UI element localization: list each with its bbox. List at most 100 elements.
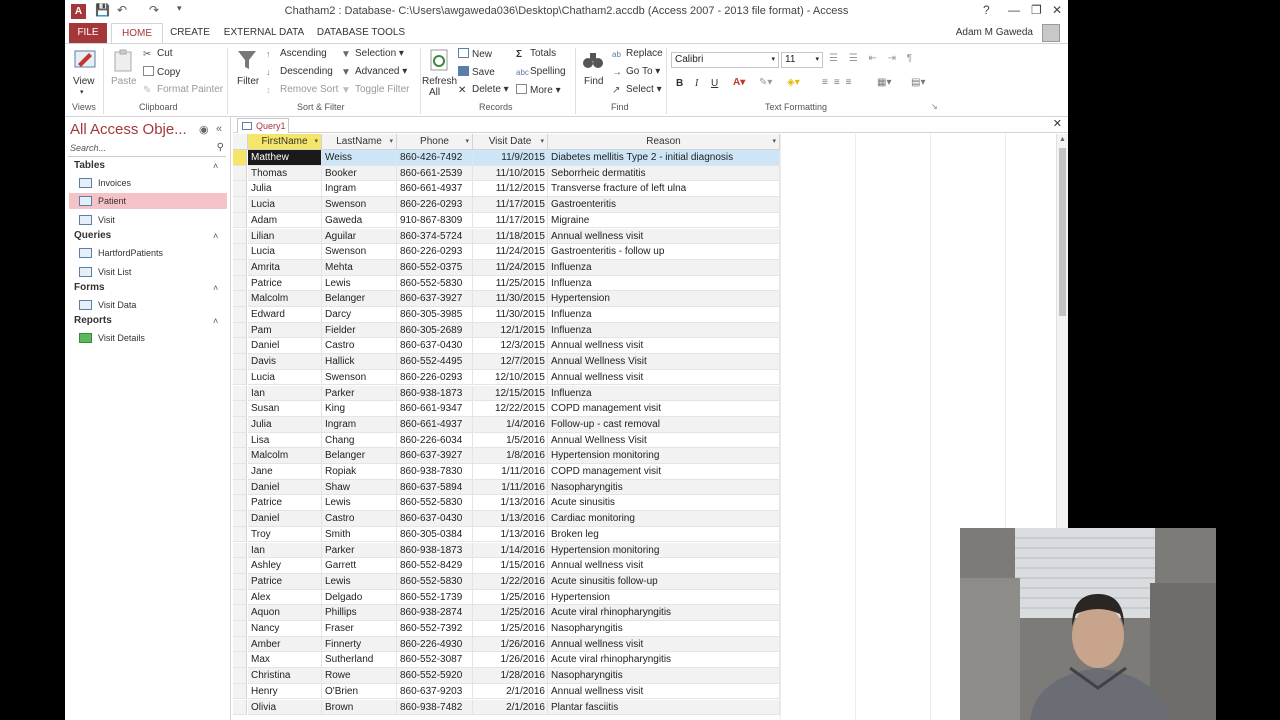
table-cell[interactable]: Olivia (248, 699, 322, 716)
row-selector[interactable] (233, 668, 247, 684)
table-row[interactable]: Lilian Aguilar 860-374-5724 11/18/2015 Annua… (233, 228, 780, 245)
table-row[interactable]: Thomas Booker 860-661-2539 11/10/2015 Seborr… (233, 165, 780, 182)
table-row[interactable]: Jane Ropiak 860-938-7830 1/11/2016 COPD mana… (233, 464, 780, 480)
column-header-firstname[interactable]: FirstName ▾ (248, 134, 322, 150)
table-cell[interactable]: 1/13/2016 (473, 526, 548, 543)
table-cell[interactable]: Susan (248, 401, 322, 417)
table-cell[interactable]: 11/24/2015 (473, 259, 548, 276)
row-selector[interactable] (233, 322, 247, 339)
table-cell[interactable]: Mehta (322, 259, 397, 276)
table-cell[interactable]: 12/10/2015 (473, 369, 548, 386)
table-cell[interactable]: Belanger (322, 448, 397, 464)
table-row[interactable]: Ian Parker 860-938-1873 1/14/2016 Hypertensi… (233, 542, 780, 559)
table-cell[interactable]: Parker (322, 542, 397, 559)
table-cell[interactable]: 860-552-1739 (397, 589, 473, 606)
table-cell[interactable]: Annual wellness visit (548, 369, 780, 386)
table-cell[interactable]: Matthew (248, 150, 322, 166)
table-cell[interactable]: Nancy (248, 621, 322, 637)
collapse-icon[interactable]: ˄ (213, 283, 218, 293)
row-selector[interactable] (233, 385, 247, 402)
table-cell[interactable]: 1/22/2016 (473, 573, 548, 590)
replace-button[interactable]: ab Replace (612, 48, 663, 60)
table-row[interactable]: Alex Delgado 860-552-1739 1/25/2016 Hyperten… (233, 589, 780, 606)
table-cell[interactable]: 2/1/2016 (473, 699, 548, 716)
new-record-button[interactable]: New (458, 48, 492, 60)
table-cell[interactable]: Gastroenteritis (548, 197, 780, 213)
minimize-icon[interactable]: — (1008, 3, 1020, 17)
find-button[interactable]: Find (584, 76, 603, 87)
row-selector[interactable] (233, 150, 247, 166)
table-row[interactable]: Malcolm Belanger 860-637-3927 11/30/2015 Hyp… (233, 291, 780, 307)
table-cell[interactable]: Aquon (248, 605, 322, 621)
table-cell[interactable]: Garrett (322, 558, 397, 574)
row-selector[interactable] (233, 464, 247, 480)
table-cell[interactable]: COPD management visit (548, 464, 780, 480)
table-cell[interactable]: Patrice (248, 495, 322, 512)
table-cell[interactable]: Christina (248, 668, 322, 684)
table-cell[interactable]: 860-938-7830 (397, 464, 473, 480)
table-cell[interactable]: 11/9/2015 (473, 150, 548, 166)
row-selector[interactable] (233, 275, 247, 292)
close-icon[interactable]: ✕ (1052, 3, 1062, 17)
table-cell[interactable]: 1/28/2016 (473, 668, 548, 684)
table-cell[interactable]: Swenson (322, 197, 397, 213)
row-selector[interactable] (233, 228, 247, 245)
table-cell[interactable]: Delgado (322, 589, 397, 606)
table-cell[interactable]: 860-226-0293 (397, 369, 473, 386)
row-selector[interactable] (233, 526, 247, 543)
table-cell[interactable]: Malcolm (248, 291, 322, 307)
table-cell[interactable]: Nasopharyngitis (548, 479, 780, 496)
nav-item-visit[interactable]: Visit (69, 212, 227, 228)
descending-button[interactable]: ↓ Descending (266, 66, 333, 77)
table-cell[interactable]: Acute sinusitis (548, 495, 780, 512)
row-selector[interactable] (233, 369, 247, 386)
row-selector[interactable] (233, 573, 247, 590)
nav-item-invoices[interactable]: Invoices (69, 175, 227, 191)
refresh-all-label[interactable]: All (429, 87, 440, 98)
table-row[interactable]: Lisa Chang 860-226-6034 1/5/2016 Annual Well… (233, 432, 780, 449)
collapse-icon[interactable]: ˄ (213, 161, 218, 171)
table-cell[interactable]: Davis (248, 354, 322, 370)
more-button[interactable]: More ▾ (516, 84, 561, 96)
table-cell[interactable]: 910-867-8309 (397, 212, 473, 229)
table-cell[interactable]: Nasopharyngitis (548, 668, 780, 684)
table-cell[interactable]: Pam (248, 322, 322, 339)
table-row[interactable]: Amrita Mehta 860-552-0375 11/24/2015 Influen… (233, 259, 780, 276)
spelling-button[interactable]: abcSpelling (516, 66, 566, 78)
table-row[interactable]: Olivia Brown 860-938-7482 2/1/2016 Plantar f… (233, 699, 780, 716)
table-cell[interactable]: Lewis (322, 275, 397, 292)
tab-create[interactable]: CREATE (167, 23, 213, 43)
row-selector[interactable] (233, 197, 247, 213)
table-row[interactable]: Christina Rowe 860-552-5920 1/28/2016 Nasoph… (233, 668, 780, 684)
table-cell[interactable]: Parker (322, 385, 397, 402)
table-cell[interactable]: Lucia (248, 197, 322, 213)
table-row[interactable]: Aquon Phillips 860-938-2874 1/25/2016 Acute … (233, 605, 780, 621)
format-painter-button[interactable]: ✎ Format Painter (143, 84, 223, 96)
cut-button[interactable]: ✂ Cut (143, 48, 173, 60)
table-cell[interactable]: Henry (248, 683, 322, 700)
table-cell[interactable]: 860-637-3927 (397, 448, 473, 464)
table-cell[interactable]: 860-938-1873 (397, 542, 473, 559)
table-row[interactable]: Patrice Lewis 860-552-5830 11/25/2015 Influe… (233, 275, 780, 292)
select-all-corner[interactable] (233, 134, 248, 150)
table-cell[interactable]: 860-226-0293 (397, 244, 473, 260)
italic-button[interactable]: I (695, 78, 698, 89)
table-cell[interactable]: 1/5/2016 (473, 432, 548, 449)
table-cell[interactable]: Lucia (248, 244, 322, 260)
row-selector[interactable] (233, 495, 247, 512)
table-row[interactable]: Amber Finnerty 860-226-4930 1/26/2016 Annual… (233, 636, 780, 653)
table-cell[interactable]: Max (248, 652, 322, 669)
underline-button[interactable]: U (711, 78, 718, 89)
table-row[interactable]: Patrice Lewis 860-552-5830 1/13/2016 Acute s… (233, 495, 780, 512)
table-cell[interactable]: 1/15/2016 (473, 558, 548, 574)
view-button[interactable]: View (73, 76, 95, 87)
table-cell[interactable]: Daniel (248, 338, 322, 355)
table-cell[interactable]: Darcy (322, 307, 397, 323)
table-cell[interactable]: Annual wellness visit (548, 683, 780, 700)
table-cell[interactable]: 12/15/2015 (473, 385, 548, 402)
table-cell[interactable]: Annual wellness visit (548, 338, 780, 355)
row-selector[interactable] (233, 589, 247, 606)
remove-sort-button[interactable]: ↕ Remove Sort (266, 84, 338, 95)
row-selector[interactable] (233, 338, 247, 355)
table-row[interactable]: Matthew Weiss 860-426-7492 11/9/2015 Diabete… (233, 150, 780, 166)
